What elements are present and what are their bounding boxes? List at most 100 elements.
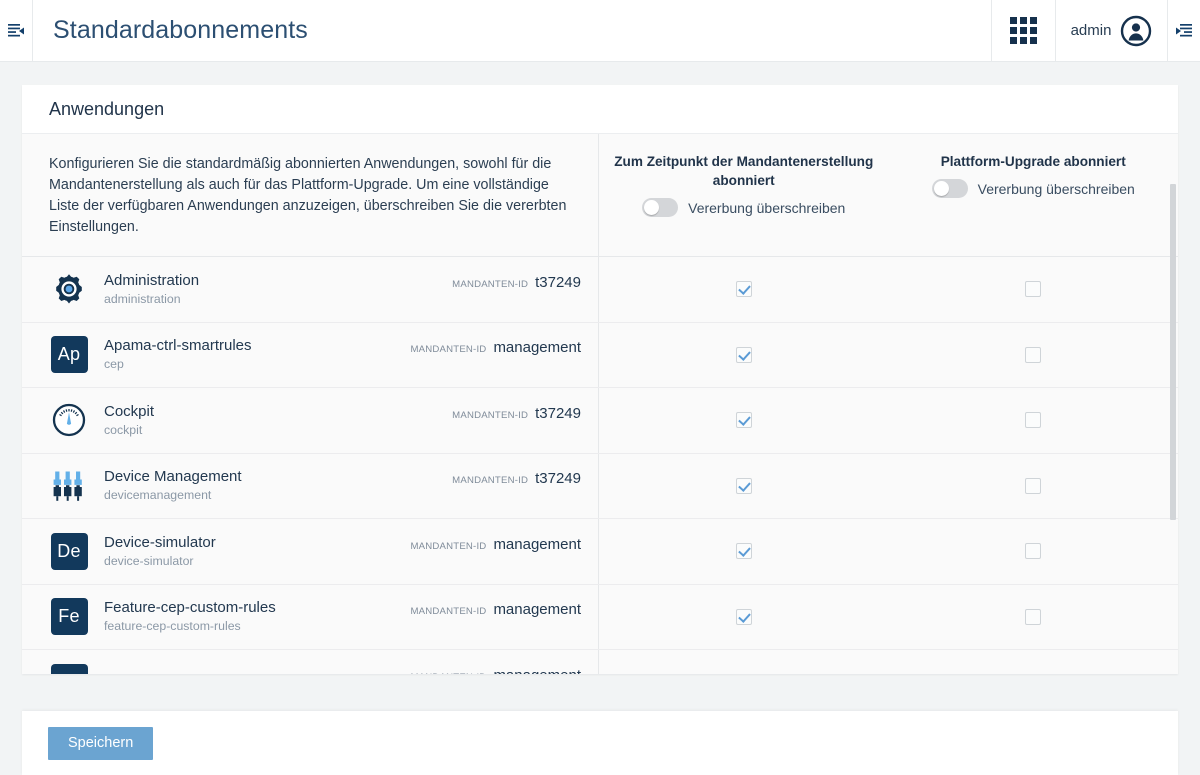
app-name-group: Device Management devicemanagement bbox=[104, 467, 452, 504]
column-title-platform-upgrade: Plattform-Upgrade abonniert bbox=[940, 154, 1126, 169]
tenant-id-label: MANDANTEN-ID bbox=[410, 672, 486, 674]
table-row[interactable]: Cockpit cockpit MANDANTEN-ID t37249 bbox=[22, 388, 1178, 454]
tenant-id-value: t37249 bbox=[535, 470, 581, 488]
row-description-cell: Administration administration MANDANTEN-ID… bbox=[22, 257, 599, 322]
cell-tenant-creation bbox=[599, 585, 889, 650]
table-header-row: Konfigurieren Sie die standardmäßig abon… bbox=[22, 134, 1178, 257]
tenant-id-group: MANDANTEN-ID t37249 bbox=[452, 274, 581, 291]
app-name-group: Apama-ctrl-smartrules cep bbox=[104, 336, 410, 373]
tenant-id-label: MANDANTEN-ID bbox=[410, 540, 487, 552]
cell-platform-upgrade bbox=[889, 257, 1179, 322]
user-avatar-icon bbox=[1121, 15, 1152, 46]
checkbox-platform-upgrade[interactable] bbox=[1025, 477, 1042, 494]
cell-platform-upgrade bbox=[889, 388, 1179, 453]
app-key: feature-cep-custom-rules bbox=[104, 619, 241, 634]
checkbox-platform-upgrade[interactable] bbox=[1025, 543, 1042, 560]
cell-platform-upgrade bbox=[889, 585, 1179, 650]
tenant-id-value: management bbox=[493, 601, 581, 619]
override-inheritance-control-b: Vererbung überschreiben bbox=[931, 179, 1135, 198]
applications-table: Konfigurieren Sie die standardmäßig abon… bbox=[22, 134, 1178, 674]
gear-icon bbox=[56, 274, 82, 304]
tenant-id-group: MANDANTEN-ID management bbox=[410, 667, 581, 674]
tenant-id-label: MANDANTEN-ID bbox=[452, 278, 529, 290]
gauge-icon bbox=[49, 400, 89, 440]
tenant-id-label: MANDANTEN-ID bbox=[452, 475, 529, 487]
app-key: cockpit bbox=[104, 422, 143, 437]
checkbox-platform-upgrade[interactable] bbox=[1025, 412, 1042, 429]
checkbox-platform-upgrade[interactable] bbox=[1025, 281, 1042, 298]
page-title: Standardabonnements bbox=[53, 16, 308, 44]
cell-platform-upgrade bbox=[889, 323, 1179, 388]
app-initials-icon: De bbox=[50, 532, 88, 570]
table-row[interactable]: Device Management devicemanagement MANDANT… bbox=[22, 453, 1179, 519]
description-text: Konfigurieren Sie die standardmäßig abon… bbox=[49, 156, 567, 235]
app-key: device-simulator bbox=[104, 553, 194, 568]
checkbox-tenant-creation[interactable] bbox=[735, 477, 752, 494]
checkbox-tenant-creation[interactable] bbox=[735, 412, 752, 429]
table-row[interactable]: De Device-simulator device-simulator MANDAN… bbox=[22, 519, 1178, 585]
row-description-cell: De Device-simulator device-simulator MANDAN… bbox=[22, 519, 599, 584]
table-row[interactable]: Fe Feature-cep-custom-rules feature-cep-cu… bbox=[22, 584, 1179, 650]
app-name-group: Cockpit cockpit bbox=[104, 402, 452, 439]
row-description-cell: Fe Feature-cep-custom-rules feature-cep-cu… bbox=[22, 584, 599, 649]
tenant-id-value: t37249 bbox=[535, 273, 581, 291]
cell-platform-upgrade bbox=[889, 519, 1179, 584]
row-description-cell: Fe Feature-microservice-hostingMANDANTEN-… bbox=[22, 650, 599, 674]
row-description-cell: Ap Apama-ctrl-smartrules cep MANDANTEN-ID ma… bbox=[22, 322, 599, 387]
app-title: Feature-cep-custom-rules bbox=[104, 599, 276, 617]
user-menu-button[interactable]: admin bbox=[1055, 0, 1167, 61]
user-name-label: admin bbox=[1070, 22, 1112, 39]
vertical-scrollbar-thumb[interactable] bbox=[1170, 184, 1176, 520]
app-title: Cockpit bbox=[104, 402, 155, 420]
toggle-override-inheritance-tenant-creation[interactable] bbox=[642, 198, 679, 217]
toggle-label-b: Vererbung überschreiben bbox=[977, 180, 1135, 197]
apps-grid-button[interactable] bbox=[991, 0, 1055, 61]
menu-collapse-icon[interactable] bbox=[0, 0, 33, 61]
checkbox-platform-upgrade[interactable] bbox=[1025, 608, 1042, 625]
checkbox-tenant-creation[interactable] bbox=[735, 608, 752, 625]
app-name-group: Feature-microservice-hosting bbox=[104, 672, 410, 674]
row-description-cell: Cockpit cockpit MANDANTEN-ID t37249 bbox=[22, 388, 599, 453]
checkbox-tenant-creation[interactable] bbox=[735, 346, 752, 363]
tenant-id-value: management bbox=[493, 667, 581, 674]
devices-icon bbox=[53, 471, 82, 501]
checkbox-tenant-creation[interactable] bbox=[735, 543, 752, 560]
app-name-group: Feature-cep-custom-rules feature-cep-cust… bbox=[104, 598, 410, 635]
checkbox-platform-upgrade[interactable] bbox=[1025, 346, 1042, 363]
letters-icon: Fe bbox=[49, 662, 89, 674]
app-initials-icon: Ap bbox=[50, 336, 88, 374]
applications-table-scroll-area[interactable]: Konfigurieren Sie die standardmäßig abon… bbox=[22, 134, 1178, 674]
app-key: devicemanagement bbox=[104, 488, 212, 503]
tenant-id-group: MANDANTEN-ID t37249 bbox=[452, 470, 581, 487]
devices-icon bbox=[49, 466, 89, 506]
app-initials-icon: Fe bbox=[50, 663, 88, 674]
table-row[interactable]: Administration administration MANDANTEN-ID… bbox=[22, 257, 1178, 323]
page-content: Anwendungen Konfigurieren Sie die standa… bbox=[0, 62, 1200, 775]
tenant-id-group: MANDANTEN-ID management bbox=[410, 601, 581, 618]
column-header-tenant-creation: Zum Zeitpunkt der Mandantenerstellung ab… bbox=[599, 134, 889, 256]
panel-collapse-icon bbox=[1176, 23, 1192, 36]
row-description-cell: Device Management devicemanagement MANDANT… bbox=[22, 453, 599, 518]
applications-card: Anwendungen Konfigurieren Sie die standa… bbox=[22, 85, 1178, 674]
table-row[interactable]: Ap Apama-ctrl-smartrules cep MANDANTEN-ID ma… bbox=[22, 322, 1179, 388]
cell-platform-upgrade bbox=[889, 454, 1179, 519]
tenant-id-value: management bbox=[493, 535, 581, 553]
app-key: administration bbox=[104, 291, 181, 306]
vertical-scrollbar[interactable] bbox=[1170, 134, 1177, 674]
menu-collapse-glyph bbox=[8, 23, 24, 36]
toggle-label-a: Vererbung überschreiben bbox=[688, 199, 846, 216]
cell-tenant-creation bbox=[599, 388, 889, 453]
table-row[interactable]: Fe Feature-microservice-hostingMANDANTEN-… bbox=[22, 650, 1178, 674]
app-key: cep bbox=[104, 357, 124, 372]
app-title: Feature-microservice-hosting bbox=[104, 672, 410, 674]
cell-tenant-creation bbox=[599, 519, 889, 584]
letters-icon: De bbox=[49, 531, 89, 571]
app-initials-icon: Fe bbox=[50, 598, 88, 636]
table-description-cell: Konfigurieren Sie die standardmäßig abon… bbox=[22, 134, 599, 256]
action-bar: Speichern bbox=[22, 711, 1178, 775]
letters-icon: Ap bbox=[49, 335, 89, 375]
panel-collapse-button[interactable] bbox=[1167, 0, 1200, 61]
save-button[interactable]: Speichern bbox=[48, 726, 154, 760]
toggle-override-inheritance-platform-upgrade[interactable] bbox=[931, 179, 968, 198]
checkbox-tenant-creation[interactable] bbox=[735, 281, 752, 298]
